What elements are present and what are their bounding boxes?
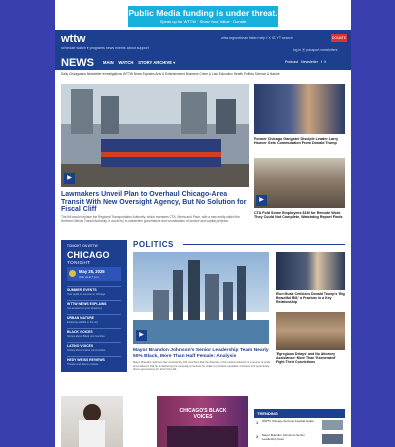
trending-heading: TRENDING	[254, 409, 345, 418]
politics-summary: Mayor Brandon Johnson has consistently t…	[133, 361, 271, 372]
trending-thumbnail	[322, 420, 343, 430]
play-icon-2[interactable]: ▶	[256, 195, 267, 206]
promo-date: May 28, 2025	[79, 269, 105, 274]
side-story-caption-1[interactable]: Former Chicago Gangster Disciple Leader …	[254, 137, 345, 146]
section-nav[interactable]: Daily Chicagoans Newsletter Investigatio…	[61, 72, 280, 76]
politics-side-image-1[interactable]	[276, 252, 345, 290]
side-story-image-1[interactable]	[254, 84, 345, 134]
side-story-caption-2[interactable]: CTA Fold Some Employees $1M for Remote W…	[254, 211, 345, 220]
news-bar: NEWS MAIN WATCH STORY ARCHIVE ▾ Podcast …	[55, 56, 351, 70]
hero-headline[interactable]: Lawmakers Unveil Plan to Overhaul Chicag…	[61, 191, 249, 214]
politics-side-caption-1[interactable]: Elon Musk Criticizes Donald Trump's 'Big…	[276, 292, 345, 305]
promo-tagline: TONIGHT ON WTTW	[67, 244, 98, 248]
politics-main-image[interactable]: ▶	[133, 252, 269, 344]
bottom-feature-image-2[interactable]: CHICAGO'S BLACK VOICES	[157, 396, 248, 447]
facebook-icon[interactable]: f	[321, 60, 322, 64]
tab-watch[interactable]: WATCH	[118, 60, 133, 65]
politics-side-image-2[interactable]	[276, 312, 345, 350]
newsletter-link[interactable]: Newsletter	[301, 60, 318, 64]
play-icon-3[interactable]: ▶	[136, 330, 147, 341]
politics-side-caption-2[interactable]: 'Egregious Delays' and No Attorney Assis…	[276, 352, 345, 365]
politics-heading[interactable]: POLITICS	[133, 240, 174, 249]
account-links[interactable]: log in ⦿ passport newsletters	[293, 47, 337, 52]
trending-item[interactable]: 1 WWTV Chicago Summer Festival Guide	[254, 419, 345, 431]
promo-link-hedy-weiss[interactable]: HEDY WEISS REVIEWS Theater and dance rev…	[67, 356, 121, 366]
news-title[interactable]: NEWS	[61, 57, 94, 69]
wttw-logo[interactable]: wttw	[61, 33, 85, 45]
page: Public Media funding is under threat. Sp…	[55, 0, 351, 447]
trending-item[interactable]: 2 Mayor Brandon Johnson's Senior Leaders…	[254, 433, 345, 445]
utility-links[interactable]: wttw.org/ontheair listen help f X IG YT …	[221, 36, 293, 40]
trending-thumbnail	[322, 434, 343, 444]
politics-headline[interactable]: Mayor Brandon Johnson's Senior Leadershi…	[133, 348, 271, 359]
banner-subtext: Speak up for WTTW · Show Your Value · Do…	[159, 19, 247, 24]
politics-divider	[183, 244, 345, 245]
donate-button[interactable]: DONATE	[331, 34, 347, 42]
promo-link-urban-nature[interactable]: URBAN NATURE Exploring wildlife in the c…	[67, 314, 121, 324]
site-header: wttw schedule watch ▾ programs news even…	[55, 30, 351, 56]
promo-link-latino-voices[interactable]: LATINO VOICES Stories about Latino commu…	[67, 342, 121, 352]
promo-show-title[interactable]: CHICAGO	[67, 250, 110, 260]
bottom-feature-image-1[interactable]	[61, 396, 123, 447]
funding-banner[interactable]: Public Media funding is under threat. Sp…	[128, 6, 278, 27]
banner-headline: Public Media funding is under threat.	[128, 8, 278, 18]
main-nav[interactable]: schedule watch ▾ programs news events ab…	[61, 46, 149, 50]
hero-summary: The bill would replace the Regional Tran…	[61, 215, 240, 224]
tab-story-archive[interactable]: STORY ARCHIVE ▾	[138, 60, 175, 65]
side-story-image-2[interactable]: ▶	[254, 158, 345, 208]
podcast-link[interactable]: Podcast	[285, 60, 298, 64]
promo-date-box[interactable]: May 28, 2025 Join us at 7 p.m.	[67, 267, 121, 281]
bottom-promo-title: CHICAGO'S BLACK VOICES	[179, 408, 227, 420]
calendar-icon	[69, 270, 76, 277]
promo-date-sub: Join us at 7 p.m.	[79, 275, 100, 279]
news-tabs: MAIN WATCH STORY ARCHIVE ▾	[103, 60, 175, 65]
promo-link-black-voices[interactable]: BLACK VOICES Stories about Black communi…	[67, 328, 121, 338]
x-icon[interactable]: X	[324, 60, 326, 64]
promo-link-summer-events[interactable]: SUMMER EVENTS Your guide to summer in Ch…	[67, 286, 121, 296]
hero-image[interactable]: ▶	[61, 84, 249, 187]
tab-main[interactable]: MAIN	[103, 60, 114, 65]
tonight-promo: TONIGHT ON WTTW CHICAGO TONIGHT May 28, …	[61, 240, 127, 372]
play-icon[interactable]: ▶	[64, 173, 75, 184]
news-actions: Podcast Newsletter f X	[285, 60, 326, 64]
promo-show-subtitle: TONIGHT	[67, 260, 91, 265]
promo-link-news-explains[interactable]: WTTW NEWS EXPLAINS Get answers to your q…	[67, 300, 121, 310]
